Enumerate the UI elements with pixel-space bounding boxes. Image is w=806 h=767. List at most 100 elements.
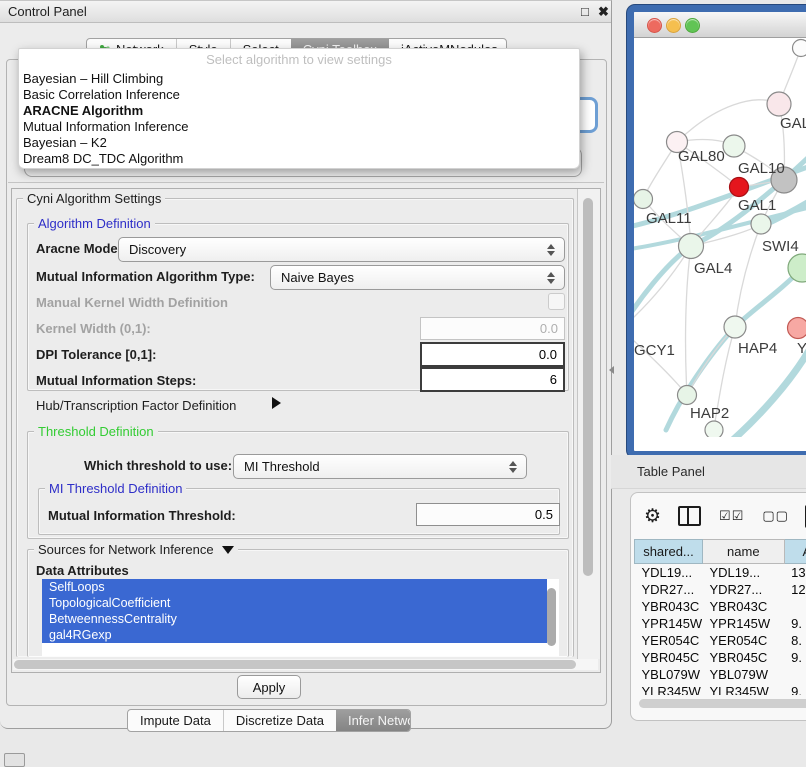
column-header-name[interactable]: name xyxy=(702,540,784,564)
cell[interactable]: YBR043C xyxy=(702,598,784,615)
network-node[interactable] xyxy=(678,386,697,405)
list-scrollbar-thumb[interactable] xyxy=(547,588,556,646)
column-header-third[interactable]: A xyxy=(784,540,806,564)
cell[interactable]: YDR27... xyxy=(635,581,703,598)
table-row[interactable]: YPR145WYPR145W9. xyxy=(635,615,806,632)
menu-item-aracne[interactable]: ARACNE Algorithm xyxy=(23,103,573,119)
menu-item-dream8[interactable]: Dream8 DC_TDC Algorithm xyxy=(23,151,573,167)
network-node[interactable] xyxy=(724,316,746,338)
which-threshold-label: Which threshold to use: xyxy=(84,458,232,473)
data-attributes-label: Data Attributes xyxy=(36,563,129,578)
cell[interactable] xyxy=(784,666,806,683)
list-item[interactable]: TopologicalCoefficient xyxy=(42,595,547,611)
cell[interactable]: 9. xyxy=(784,683,806,695)
network-node[interactable] xyxy=(634,190,653,209)
menu-item-basic-correlation[interactable]: Basic Correlation Inference xyxy=(23,87,573,103)
cell[interactable]: YBL079W xyxy=(702,666,784,683)
minimize-button[interactable] xyxy=(666,18,681,33)
table-row[interactable]: YBL079WYBL079W xyxy=(635,666,806,683)
table-panel-header: Table Panel xyxy=(611,455,806,489)
node-label: SWI4 xyxy=(762,238,799,255)
list-item[interactable]: BetweennessCentrality xyxy=(42,611,547,627)
network-node[interactable] xyxy=(788,318,806,339)
splitter-collapse-icon[interactable] xyxy=(609,366,614,374)
network-node[interactable] xyxy=(793,40,806,57)
cell[interactable]: YLR345W xyxy=(702,683,784,695)
table-row[interactable]: YBR043CYBR043C xyxy=(635,598,806,615)
list-item[interactable]: gal4RGexp xyxy=(42,627,547,643)
collapse-arrow-icon[interactable] xyxy=(222,546,234,554)
expand-arrow-icon[interactable] xyxy=(272,397,281,409)
cell[interactable]: YLR345W xyxy=(635,683,703,695)
cell[interactable]: 9. xyxy=(784,649,806,666)
tab-impute-data[interactable]: Impute Data xyxy=(128,710,223,731)
network-node[interactable] xyxy=(751,214,771,234)
table-row[interactable]: YLR345WYLR345W9. xyxy=(635,683,806,695)
hub-definition-label[interactable]: Hub/Transcription Factor Definition xyxy=(36,398,236,413)
cell[interactable]: 13 xyxy=(784,564,806,582)
table-row[interactable]: YDL19...YDL19...13 xyxy=(635,564,806,582)
menu-item-bayesian-k2[interactable]: Bayesian – K2 xyxy=(23,135,573,151)
network-canvas[interactable]: GAL GAL80 GAL10 GAL1 GAL11 SWI4 GAL4 HAP… xyxy=(634,38,806,437)
mi-steps-input[interactable] xyxy=(420,367,565,392)
list-item[interactable]: SelfLoops xyxy=(42,579,547,595)
network-node[interactable] xyxy=(767,92,791,116)
split-columns-icon[interactable] xyxy=(678,506,701,526)
dpi-tolerance-label: DPI Tolerance [0,1]: xyxy=(36,347,156,362)
table-row[interactable]: YER054CYER054C8. xyxy=(635,632,806,649)
cell[interactable]: YPR145W xyxy=(635,615,703,632)
kernel-width-input[interactable] xyxy=(420,317,565,340)
cell[interactable]: 12 xyxy=(784,581,806,598)
cell[interactable]: YBR045C xyxy=(702,649,784,666)
network-node[interactable] xyxy=(730,178,749,197)
network-node[interactable] xyxy=(723,135,745,157)
float-window-icon[interactable]: □ xyxy=(581,4,589,19)
which-threshold-select[interactable]: MI Threshold xyxy=(233,454,527,479)
cyni-algorithm-settings-label: Cyni Algorithm Settings xyxy=(23,191,165,206)
network-node[interactable] xyxy=(705,421,723,437)
cell[interactable]: YDL19... xyxy=(635,564,703,582)
table-row[interactable]: YBR045CYBR045C9. xyxy=(635,649,806,666)
mi-type-select[interactable]: Naive Bayes xyxy=(270,265,565,290)
cell[interactable]: YER054C xyxy=(702,632,784,649)
close-window-icon[interactable]: ✖ xyxy=(598,4,609,20)
zoom-button[interactable] xyxy=(685,18,700,33)
gear-icon[interactable]: ⚙ xyxy=(644,505,661,528)
mi-threshold-input[interactable] xyxy=(416,503,560,526)
node-label: GAL xyxy=(780,115,806,132)
close-button[interactable] xyxy=(647,18,662,33)
which-threshold-value: MI Threshold xyxy=(234,459,508,474)
cell[interactable]: YBR043C xyxy=(635,598,703,615)
cell[interactable]: 9. xyxy=(784,615,806,632)
data-attributes-list: SelfLoops TopologicalCoefficient Between… xyxy=(42,579,559,656)
collapsed-panel-icon[interactable] xyxy=(4,753,25,767)
cell[interactable]: 8. xyxy=(784,632,806,649)
table-row[interactable]: YDR27...YDR27...12 xyxy=(635,581,806,598)
dpi-tolerance-input[interactable] xyxy=(420,342,565,367)
stepper-icon xyxy=(546,272,555,284)
table-horizontal-scrollbar-thumb[interactable] xyxy=(639,699,806,708)
apply-button[interactable]: Apply xyxy=(237,675,301,699)
tab-discretize-data[interactable]: Discretize Data xyxy=(223,710,336,731)
column-header-shared-name[interactable]: shared... xyxy=(635,540,703,564)
cell[interactable]: YBL079W xyxy=(635,666,703,683)
cell[interactable]: YER054C xyxy=(635,632,703,649)
horizontal-scrollbar-thumb[interactable] xyxy=(14,660,576,669)
cell[interactable]: YDR27... xyxy=(702,581,784,598)
cell[interactable]: YDL19... xyxy=(702,564,784,582)
menu-item-mutual-information[interactable]: Mutual Information Inference xyxy=(23,119,573,135)
cell[interactable] xyxy=(784,598,806,615)
network-node[interactable] xyxy=(679,234,704,259)
cell[interactable]: YPR145W xyxy=(702,615,784,632)
menu-item-bayesian-hill[interactable]: Bayesian – Hill Climbing xyxy=(23,71,573,87)
show-selected-icon[interactable]: ☑☑ xyxy=(719,508,744,524)
aracne-mode-select[interactable]: Discovery xyxy=(118,237,565,262)
vertical-scrollbar-thumb[interactable] xyxy=(583,198,593,576)
cell[interactable]: YBR045C xyxy=(635,649,703,666)
hide-unselected-icon[interactable]: ▢▢ xyxy=(762,508,789,524)
network-view-window[interactable]: GAL GAL80 GAL10 GAL1 GAL11 SWI4 GAL4 HAP… xyxy=(627,5,806,458)
manual-kernel-checkbox[interactable] xyxy=(548,293,565,310)
apply-button-label: Apply xyxy=(253,680,286,695)
mi-threshold-group-label: MI Threshold Definition xyxy=(45,481,186,496)
tab-infer-network[interactable]: Infer Network xyxy=(336,710,411,731)
